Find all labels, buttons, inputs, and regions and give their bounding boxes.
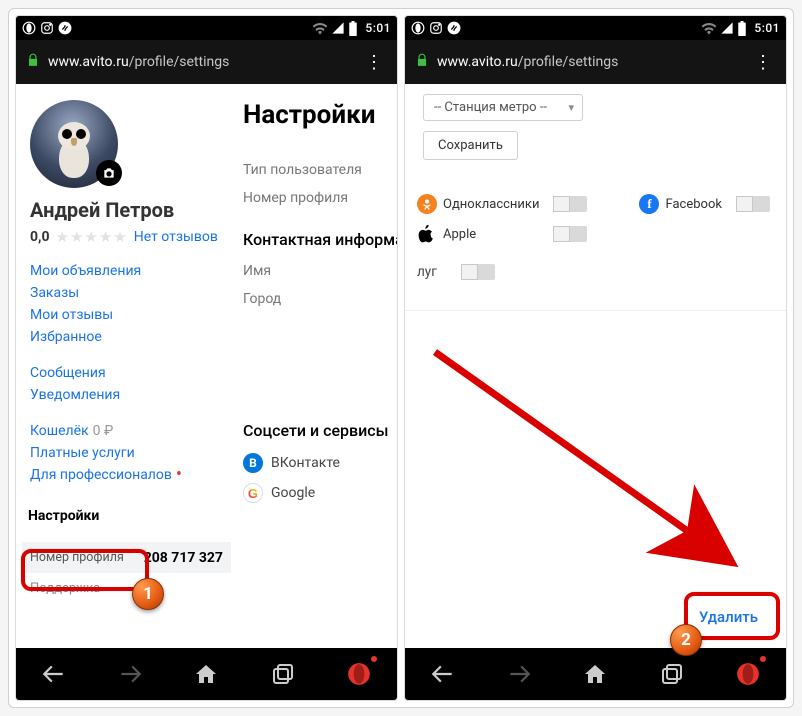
sidebar-item-paid[interactable]: Платные услуги: [30, 442, 223, 464]
nav-tabs-icon[interactable]: [263, 654, 303, 694]
sidebar-item-my-ads[interactable]: Мои объявления: [30, 260, 223, 282]
field-profile-num: Номер профиля: [243, 184, 397, 212]
nav-opera-icon[interactable]: [339, 654, 379, 694]
social-fb[interactable]: f Facebook: [639, 194, 728, 214]
opera-notif-icon: [22, 21, 36, 35]
urlbar[interactable]: www.avito.ru/profile/settings ⋮: [16, 40, 397, 84]
google-icon: G: [243, 483, 263, 503]
avatar[interactable]: [30, 100, 118, 188]
facebook-icon: f: [639, 194, 659, 214]
signal-icon: [720, 21, 734, 35]
phone-right: 5:01 www.avito.ru/profile/settings ⋮ -- …: [404, 15, 787, 701]
field-user-type: Тип пользователя: [243, 156, 397, 184]
shazam-notif-icon: [58, 21, 72, 35]
field-city: Город: [243, 285, 397, 313]
phone-left: 5:01 www.avito.ru/profile/settings ⋮: [15, 15, 398, 701]
kebab-menu-icon[interactable]: ⋮: [750, 52, 776, 73]
social-grid: Одноклассники f Facebook Apple: [417, 194, 774, 244]
sidebar-item-my-reviews[interactable]: Мои отзывы: [30, 304, 223, 326]
social-google[interactable]: G Google: [243, 478, 397, 508]
page-title: Настройки: [243, 100, 397, 130]
owl-image: [52, 122, 96, 178]
social-vk[interactable]: B ВКонтакте: [243, 448, 397, 478]
social-apple[interactable]: Apple: [417, 224, 545, 244]
url-text: www.avito.ru/profile/settings: [48, 54, 361, 70]
metro-select[interactable]: -- Станция метро --: [423, 94, 583, 121]
opera-notif-icon: [411, 21, 425, 35]
settings-panel-partial: Настройки Тип пользователя Номер профиля…: [237, 84, 397, 648]
wifi-icon: [312, 21, 328, 35]
signal-icon: [331, 21, 345, 35]
toggle-ok[interactable]: [553, 196, 587, 212]
lock-icon: [415, 53, 429, 71]
statusbar: 5:01: [405, 16, 786, 40]
nav-tabs-icon[interactable]: [652, 654, 692, 694]
toggle-fb[interactable]: [736, 196, 770, 212]
urlbar[interactable]: www.avito.ru/profile/settings ⋮: [405, 40, 786, 84]
delete-link[interactable]: Удалить: [687, 600, 770, 634]
shazam-notif-icon: [447, 21, 461, 35]
instagram-notif-icon: [40, 21, 54, 35]
navbar: [405, 648, 786, 700]
wifi-icon: [701, 21, 717, 35]
sidebar-item-wallet[interactable]: Кошелёк0 ₽: [30, 420, 223, 442]
camera-icon[interactable]: [96, 160, 122, 186]
nav-home-icon[interactable]: [186, 654, 226, 694]
sidebar-item-favorites[interactable]: Избранное: [30, 326, 223, 348]
menu-group-3: Кошелёк0 ₽ Платные услуги Для профессион…: [30, 420, 223, 486]
statusbar: 5:01: [16, 16, 397, 40]
clock: 5:01: [754, 21, 780, 35]
menu-group-2: Сообщения Уведомления: [30, 362, 223, 406]
odnoklassniki-icon: [417, 194, 437, 214]
field-name: Имя: [243, 257, 397, 285]
apple-icon: [417, 224, 437, 244]
url-text: www.avito.ru/profile/settings: [437, 54, 750, 70]
navbar: [16, 648, 397, 700]
nav-forward-icon: [110, 654, 150, 694]
instagram-notif-icon: [429, 21, 443, 35]
toggle-apple[interactable]: [553, 226, 587, 242]
sidebar-item-notifications[interactable]: Уведомления: [30, 384, 223, 406]
sidebar-item-messages[interactable]: Сообщения: [30, 362, 223, 384]
clock: 5:01: [365, 21, 391, 35]
battery-icon: [348, 21, 358, 36]
toggle-lug[interactable]: [461, 264, 495, 280]
nav-forward-icon: [499, 654, 539, 694]
social-ok[interactable]: Одноклассники: [417, 194, 545, 214]
sidebar-item-pro[interactable]: Для профессионалов•: [30, 464, 223, 486]
nav-back-icon[interactable]: [423, 654, 463, 694]
save-button[interactable]: Сохранить: [423, 131, 518, 160]
nav-opera-icon[interactable]: [728, 654, 768, 694]
profile-number-box: Номер профиля 208 717 327: [22, 542, 231, 573]
section-social: Соцсети и сервисы: [243, 421, 397, 440]
vk-icon: B: [243, 453, 263, 473]
lug-text: луг: [417, 264, 437, 280]
lock-icon: [26, 53, 40, 71]
nav-back-icon[interactable]: [34, 654, 74, 694]
sidebar-item-settings[interactable]: Настройки: [22, 500, 231, 532]
menu-group-1: Мои объявления Заказы Мои отзывы Избранн…: [30, 260, 223, 348]
nav-home-icon[interactable]: [575, 654, 615, 694]
rating-row: 0,0 ★★★★★ Нет отзывов: [30, 228, 223, 246]
section-contact: Контактная информация: [243, 230, 397, 249]
battery-icon: [737, 21, 747, 36]
no-reviews-link[interactable]: Нет отзывов: [134, 229, 218, 245]
user-name: Андрей Петров: [30, 198, 223, 222]
profile-sidebar: Андрей Петров 0,0 ★★★★★ Нет отзывов Мои …: [16, 84, 237, 648]
divider: [405, 310, 786, 311]
stars-icon: ★★★★★: [56, 228, 128, 246]
sidebar-item-orders[interactable]: Заказы: [30, 282, 223, 304]
kebab-menu-icon[interactable]: ⋮: [361, 52, 387, 73]
red-dot-icon: •: [176, 464, 182, 485]
sidebar-item-support[interactable]: Поддержка: [30, 579, 223, 598]
